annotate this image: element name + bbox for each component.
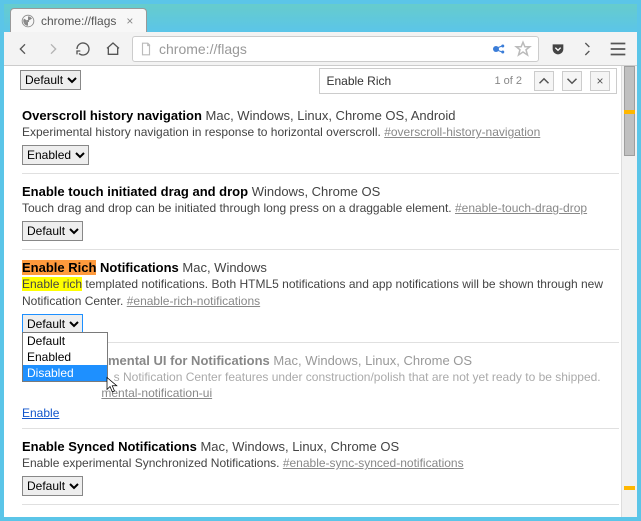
chevron-right-icon[interactable] [577,38,599,60]
flag-enable-link[interactable]: Enable [22,406,59,420]
tab-flags[interactable]: chrome://flags × [10,8,147,32]
tab-title: chrome://flags [41,14,116,28]
extension-icon-1[interactable] [490,40,508,58]
omnibox[interactable]: chrome://flags [132,36,539,62]
url-text: chrome://flags [159,41,247,57]
flag-hash-link[interactable]: #enable-rich-notifications [127,294,260,308]
flag-touch-drag: Enable touch initiated drag and drop Win… [22,174,619,250]
flag-title: Overscroll history navigation [22,108,202,123]
cursor-icon [104,376,122,397]
page-icon [139,42,153,56]
browser-window: chrome://flags × chrome://flags Default … [3,3,638,518]
find-query[interactable]: Enable Rich [326,74,486,88]
back-button[interactable] [12,38,34,60]
menu-icon[interactable] [607,38,629,60]
flag-hash-link[interactable]: #enable-sync-synced-notifications [283,456,464,470]
flag-select-open[interactable]: Default [22,314,83,334]
flag-title: Enable Synced Notifications [22,439,197,454]
find-marker [624,486,635,490]
find-next-button[interactable] [562,71,582,91]
flag-desc: Experimental history navigation in respo… [22,125,381,139]
top-select[interactable]: Default [20,70,81,90]
flag-platforms: Mac, Windows [182,260,267,275]
flag-app-launcher-sync: Enable App Launcher sync Mac, Windows, L… [22,505,619,517]
page-content: Default Enable Rich 1 of 2 × Overscroll … [4,66,637,517]
dropdown-option-disabled[interactable]: Disabled [23,365,107,381]
flag-platforms: Windows, Chrome OS [252,184,381,199]
flag-platforms: Mac, Windows, Linux, Chrome OS [192,515,391,517]
tab-close-icon[interactable]: × [126,14,138,26]
flag-select[interactable]: Enabled [22,145,89,165]
flag-hash-link[interactable]: #overscroll-history-navigation [384,125,540,139]
flag-desc: templated notifications. Both HTML5 noti… [22,277,603,307]
flag-platforms: Mac, Windows, Linux, Chrome OS [200,439,399,454]
flag-rich-notifications: Enable Rich Notifications Mac, Windows E… [22,250,619,342]
dropdown-option-default[interactable]: Default [23,333,107,349]
toolbar: chrome://flags [4,32,637,66]
find-marker [624,110,635,114]
flag-title: Notifications [96,260,178,275]
find-close-button[interactable]: × [590,71,610,91]
flag-platforms: Mac, Windows, Linux, Chrome OS [273,353,472,368]
home-button[interactable] [102,38,124,60]
highlight: Enable rich [22,277,82,291]
find-bar: Enable Rich 1 of 2 × [319,68,617,94]
flag-title: Enable App Launcher sync [22,515,188,517]
vertical-scrollbar[interactable] [621,66,637,517]
flag-select[interactable]: Default [22,221,83,241]
flag-platforms: Mac, Windows, Linux, Chrome OS, Android [206,108,456,123]
flag-title: mental UI for Notifications [108,353,270,368]
flag-hash-link[interactable]: #enable-touch-drag-drop [455,201,587,215]
bookmark-star-icon[interactable] [514,40,532,58]
top-select-control[interactable]: Default [20,70,81,90]
flag-overscroll: Overscroll history navigation Mac, Windo… [22,98,619,174]
find-prev-button[interactable] [534,71,554,91]
tab-strip: chrome://flags × [4,4,637,32]
radiation-icon [21,14,35,28]
find-count: 1 of 2 [494,75,522,87]
flag-desc: Enable experimental Synchronized Notific… [22,456,279,470]
dropdown-option-enabled[interactable]: Enabled [23,349,107,365]
flag-title: Enable touch initiated drag and drop [22,184,248,199]
flag-synced-notifications: Enable Synced Notifications Mac, Windows… [22,429,619,505]
reload-button[interactable] [72,38,94,60]
flag-select[interactable]: Default [22,476,83,496]
flag-desc: s Notification Center features under con… [114,370,601,384]
dropdown-menu[interactable]: Default Enabled Disabled [22,332,108,382]
highlight: Enable Rich [22,260,96,275]
pocket-icon[interactable] [547,38,569,60]
flags-list: Overscroll history navigation Mac, Windo… [4,66,637,517]
forward-button[interactable] [42,38,64,60]
flag-desc: Touch drag and drop can be initiated thr… [22,201,452,215]
